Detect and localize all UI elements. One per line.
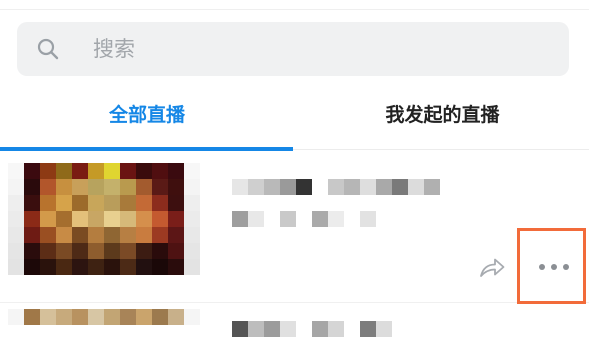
search-icon <box>37 38 59 60</box>
live-list-item[interactable] <box>0 303 589 337</box>
live-list-item[interactable] <box>0 151 589 303</box>
live-subtitle-redacted <box>232 211 376 227</box>
more-options-button[interactable] <box>517 228 586 304</box>
live-title-redacted <box>232 179 440 195</box>
more-icon <box>539 264 569 272</box>
search-input[interactable]: 搜索 <box>93 35 135 63</box>
tab-all-live[interactable]: 全部直播 <box>0 100 294 134</box>
live-title-redacted <box>232 321 392 337</box>
share-icon[interactable] <box>478 255 506 279</box>
tab-my-live[interactable]: 我发起的直播 <box>296 100 589 134</box>
top-divider <box>0 9 589 10</box>
live-thumbnail[interactable] <box>8 309 200 341</box>
search-bar[interactable]: 搜索 <box>17 22 569 76</box>
live-thumbnail[interactable] <box>8 163 200 275</box>
